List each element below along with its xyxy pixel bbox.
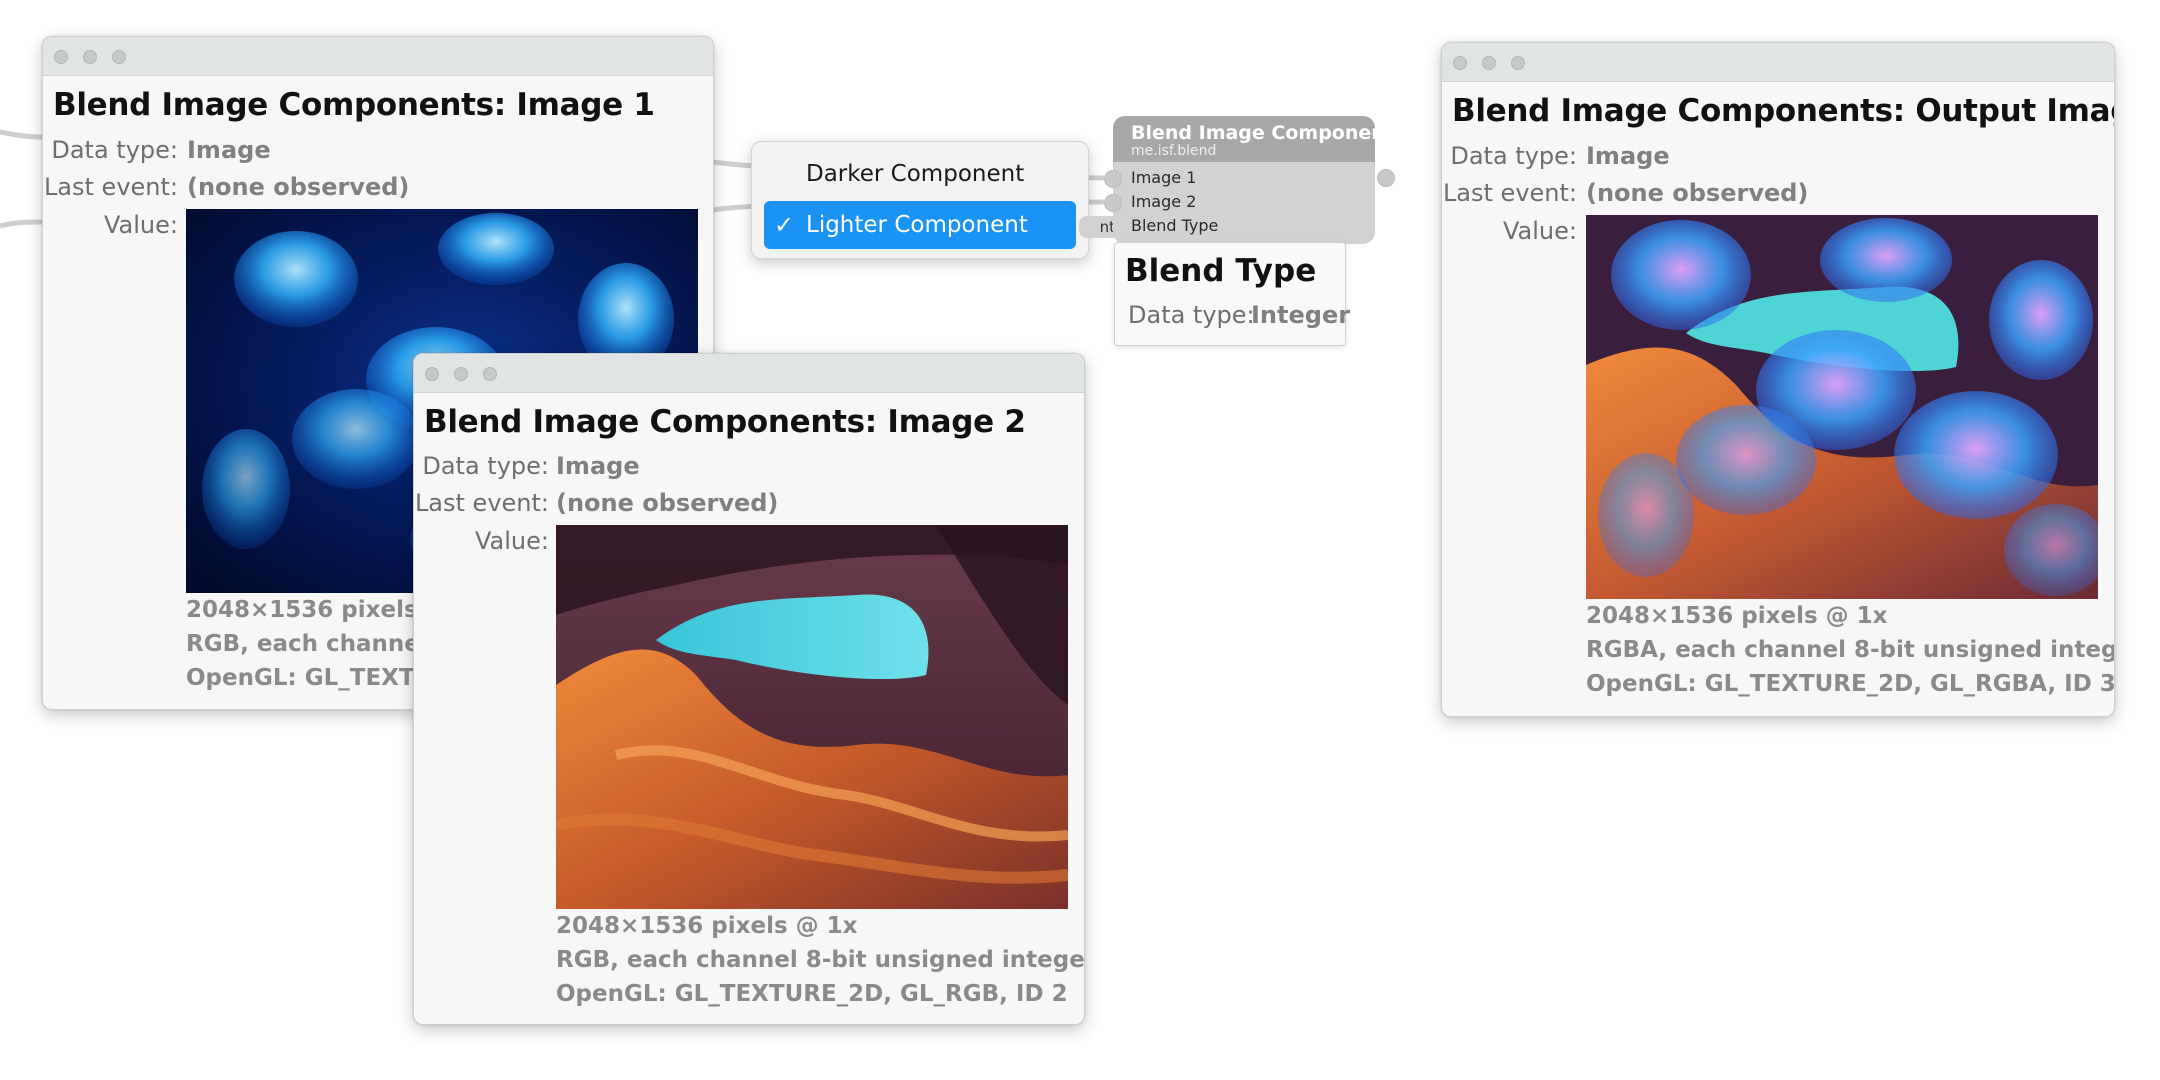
window-titlebar[interactable] [414,354,1084,393]
window-title: Blend Image Components: Output Image [1452,93,2115,129]
last-event-value: (none observed) [187,173,410,201]
last-event-label: Last event: [1442,179,1577,207]
output-port-image[interactable] [1377,169,1395,187]
data-type-label: Data type: [51,136,178,164]
blend-type-port-tooltip: Blend Type Data type: Integer [1114,242,1350,346]
value-label: Value: [1503,217,1577,245]
image-info: 2048×1536 pixels @ 1x RGB, each channel … [556,909,1085,1011]
data-type-value: Image [1586,142,1670,170]
image-format: RGBA, each channel 8-bit unsigned intege… [1586,637,2115,663]
blend-type-menu[interactable]: Darker Component ✓ Lighter Component [751,141,1089,259]
image2-inspector-window[interactable]: Blend Image Components: Image 2 Data typ… [413,353,1085,1025]
input-port-image-1[interactable] [1104,170,1122,188]
tooltip-title: Blend Type [1125,253,1317,289]
input-port-image-2[interactable] [1104,194,1122,212]
image-dimensions: 2048×1536 pixels @ 1x [1586,603,1888,629]
last-event-label: Last event: [414,489,549,517]
port-label-blend-type: Blend Type [1131,216,1219,235]
image-opengl-info: OpenGL: GL_TEXTURE_2D, GL_RGBA, ID 3 [1586,671,2115,697]
image-info: 2048×1536 pixels @ 1x RGBA, each channel… [1586,599,2115,701]
node-title: Blend Image Components [1131,122,1406,144]
last-event-value: (none observed) [556,489,779,517]
zoom-window-button[interactable] [112,50,126,64]
port-label-image-2: Image 2 [1131,192,1197,211]
window-titlebar[interactable] [43,37,713,76]
port-label-image-1: Image 1 [1131,168,1197,187]
output-image-inspector-window[interactable]: Blend Image Components: Output Image Dat… [1441,42,2115,717]
image-dimensions: 2048×1536 pixels @ 1x [556,913,858,939]
data-type-value: Image [187,136,271,164]
close-window-button[interactable] [425,367,439,381]
close-window-button[interactable] [54,50,68,64]
menu-item-darker-component[interactable]: Darker Component [764,150,1076,198]
minimize-window-button[interactable] [454,367,468,381]
tooltip-data-type-label: Data type: [1128,301,1255,329]
tooltip-data-type-value: Integer [1251,301,1351,329]
blend-image-components-node[interactable]: Blend Image Components me.isf.blend Imag… [1104,116,1406,244]
zoom-window-button[interactable] [483,367,497,381]
data-type-label: Data type: [1450,142,1577,170]
slot-canyon-image-preview [556,525,1068,909]
menu-item-lighter-component[interactable]: ✓ Lighter Component [764,201,1076,249]
last-event-value: (none observed) [1586,179,1809,207]
minimize-window-button[interactable] [1482,56,1496,70]
last-event-label: Last event: [43,173,178,201]
close-window-button[interactable] [1453,56,1467,70]
node-header[interactable]: Blend Image Components me.isf.blend [1113,116,1406,162]
blended-output-image-preview [1586,215,2098,599]
window-title: Blend Image Components: Image 1 [53,87,655,123]
image-opengl-info: OpenGL: GL_TEXTURE_2D, GL_RGB, ID 2 [556,981,1068,1007]
data-type-label: Data type: [422,452,549,480]
value-label: Value: [104,211,178,239]
image-format: RGB, each channel 8-bit unsigned integer [556,947,1085,973]
window-titlebar[interactable] [1442,43,2114,82]
zoom-window-button[interactable] [1511,56,1525,70]
node-identifier: me.isf.blend [1131,143,1217,159]
value-label: Value: [475,527,549,555]
window-title: Blend Image Components: Image 2 [424,404,1026,440]
minimize-window-button[interactable] [83,50,97,64]
checkmark-icon: ✓ [774,211,795,239]
data-type-value: Image [556,452,640,480]
